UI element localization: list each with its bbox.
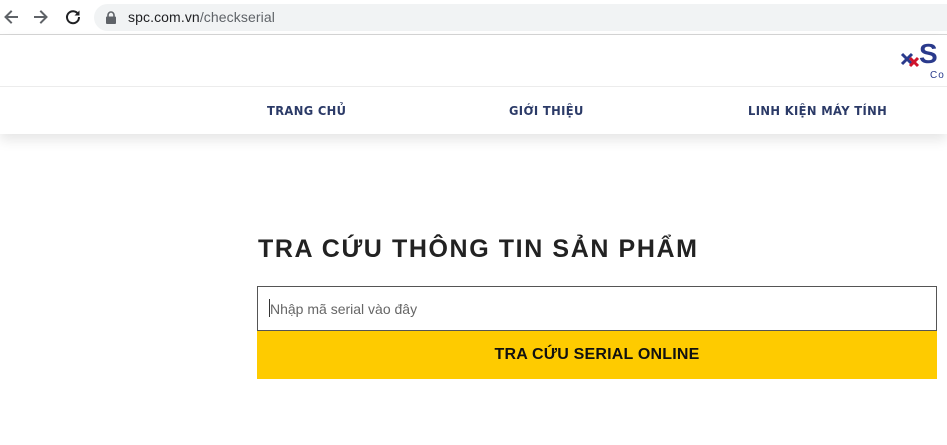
lock-icon — [106, 11, 116, 24]
check-serial-button[interactable]: TRA CỨU SERIAL ONLINE — [257, 331, 937, 379]
browser-toolbar: spc.com.vn/checkserial — [0, 0, 947, 35]
nav-item-computer-parts[interactable]: LINH KIỆN MÁY TÍNH — [748, 103, 887, 118]
header-divider — [0, 86, 947, 87]
address-bar[interactable]: spc.com.vn/checkserial — [94, 4, 947, 31]
arrow-left-icon — [4, 10, 18, 24]
nav-item-home[interactable]: TRANG CHỦ — [267, 103, 346, 118]
url-text: spc.com.vn/checkserial — [128, 9, 275, 25]
url-path: /checkserial — [199, 9, 275, 25]
forward-button[interactable] — [28, 4, 54, 30]
arrow-right-icon — [34, 10, 48, 24]
url-host: spc.com.vn — [128, 9, 200, 25]
logo-subtext: Co — [930, 70, 945, 81]
nav-item-about[interactable]: GIỚI THIỆU — [509, 103, 584, 118]
reload-button[interactable] — [60, 4, 86, 30]
serial-input[interactable] — [257, 286, 937, 331]
reload-icon — [66, 10, 81, 25]
back-button[interactable] — [0, 4, 24, 30]
page-title: TRA CỨU THÔNG TIN SẢN PHẨM — [258, 235, 699, 263]
logo-letter[interactable]: S — [919, 39, 938, 69]
text-caret — [269, 299, 270, 317]
site-header: S Co TRANG CHỦ GIỚI THIỆU LINH KIỆN MÁY … — [0, 35, 947, 134]
